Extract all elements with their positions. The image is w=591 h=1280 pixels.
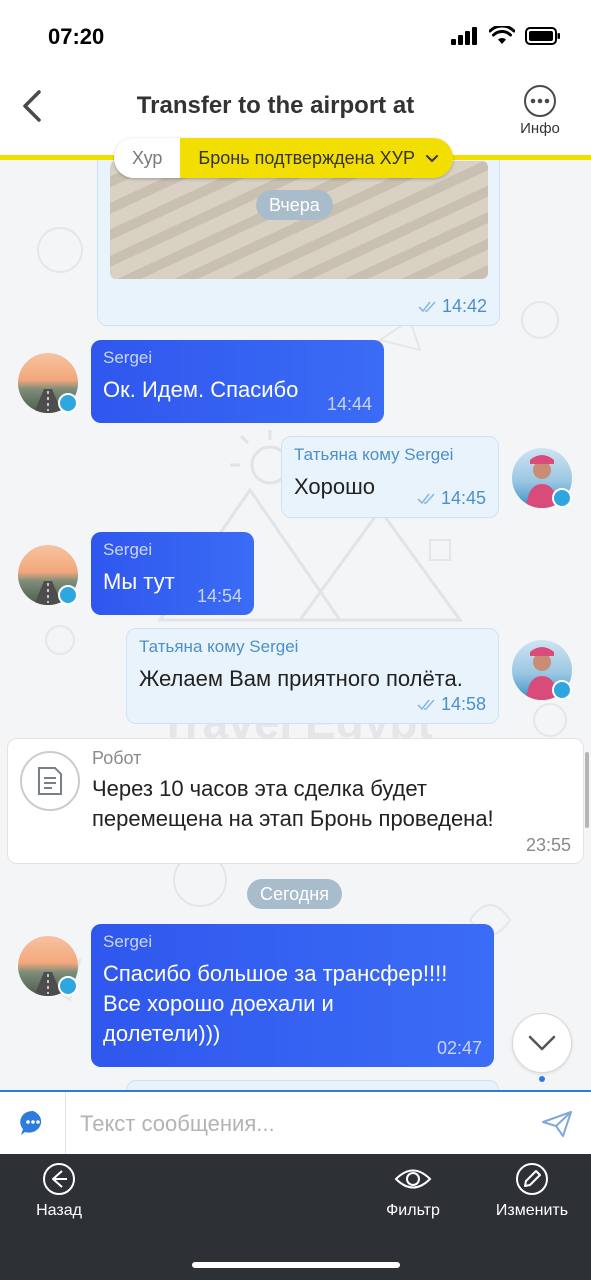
nav-edit-label: Изменить [495,1202,569,1219]
message-text: Хорошо [294,474,376,499]
chevron-down-icon [528,1035,556,1051]
chat-type-button[interactable] [0,1092,66,1154]
message-text: Мы тут [103,569,175,594]
status-icons [451,26,561,45]
message-input[interactable] [80,1107,500,1141]
nav-filter-label: Фильтр [386,1202,440,1219]
info-label: Инфо [520,120,560,137]
message-sender: Sergei [103,932,153,951]
more-dots-icon [524,85,556,117]
info-button[interactable]: Инфо [515,84,565,137]
chat-bubble-icon [19,1110,41,1135]
nav-back-label: Назад [36,1202,82,1219]
telegram-badge-icon [58,585,78,605]
message-bubble[interactable]: Sergei Мы тут 14:54 [91,532,254,615]
message-sender: Робот [92,748,142,768]
message-bubble[interactable]: Sergei Спасибо большое за трансфер!!!! В… [91,924,494,1067]
stage-status: Бронь подтверждена ХУР [198,147,416,168]
double-check-icon [417,492,435,504]
date-divider-today: Сегодня [247,879,342,909]
telegram-badge-icon [552,680,572,700]
nav-filter-button[interactable]: Фильтр [363,1162,463,1220]
message-time: 02:47 [436,1038,482,1058]
telegram-badge-icon [58,393,78,413]
double-check-icon [418,300,436,312]
scrollbar[interactable] [585,752,589,828]
signal-icon [451,26,477,45]
wifi-icon [489,26,515,44]
document-icon [38,767,62,795]
message-bubble[interactable]: Татьяна кому Sergei Хорошо 14:45 [281,436,499,518]
message-text-line: долетели))) [103,1021,221,1046]
message-sender: Татьяна кому Sergei [294,445,454,464]
message-text: Ок. Идем. Спасибо [103,377,299,402]
status-bar: 07:20 [0,0,591,72]
unread-dot [539,1076,545,1082]
robot-avatar [20,751,80,811]
message-time: 14:54 [196,586,242,606]
paper-plane-icon [542,1111,572,1137]
message-bubble[interactable]: Татьяна кому Sergei Желаем Вам приятного… [126,628,499,724]
scroll-down-button[interactable] [512,1013,572,1073]
message-time: 23:55 [525,835,571,855]
circle-arrow-left-icon [43,1163,75,1195]
message-text-line: Спасибо большое за трансфер!!!! [103,961,448,986]
home-indicator [192,1262,400,1268]
message-input-bar [0,1090,591,1154]
double-check-icon [417,698,435,710]
stage-selector[interactable]: Хур Бронь подтверждена ХУР [114,138,454,178]
message-bubble-partial[interactable] [126,1080,499,1090]
chat-area[interactable]: Albatross Travel Egypt 14:42 Вчера Serge… [0,160,591,1090]
message-sender: Sergei [103,540,153,559]
telegram-badge-icon [58,976,78,996]
chevron-down-icon [426,154,439,162]
message-text: Желаем Вам приятного полёта. [139,666,463,691]
pencil-icon [516,1163,548,1195]
message-time: 14:42 [441,296,487,316]
message-text-line: Все хорошо доехали и [103,991,334,1016]
stage-dropdown[interactable]: Бронь подтверждена ХУР [180,138,454,178]
send-button[interactable] [539,1106,575,1142]
message-time: 14:45 [440,488,486,508]
telegram-badge-icon [552,488,572,508]
message-bubble[interactable]: Sergei Ок. Идем. Спасибо 14:44 [91,340,384,423]
battery-icon [525,26,560,45]
message-image[interactable] [110,161,488,279]
message-text-line: перемещена на этап Бронь проведена! [92,806,494,831]
page-title: Transfer to the airport at [136,92,415,119]
message-sender: Sergei [103,348,153,367]
back-button[interactable] [14,86,50,126]
chevron-left-icon [23,90,41,122]
message-time: 14:44 [326,394,372,414]
pipeline-label[interactable]: Хур [114,138,181,178]
nav-back-button[interactable]: Назад [9,1162,109,1220]
date-divider-yesterday: Вчера [256,190,333,220]
message-sender: Татьяна кому Sergei [139,637,299,656]
nav-edit-button[interactable]: Изменить [482,1162,582,1220]
eye-icon [394,1169,432,1189]
message-time: 14:58 [440,694,486,714]
system-message[interactable]: Робот Через 10 часов эта сделка будет пе… [7,738,584,864]
image-message[interactable]: 14:42 [97,160,500,326]
message-text-line: Через 10 часов эта сделка будет [92,776,428,801]
status-time: 07:20 [48,24,105,49]
